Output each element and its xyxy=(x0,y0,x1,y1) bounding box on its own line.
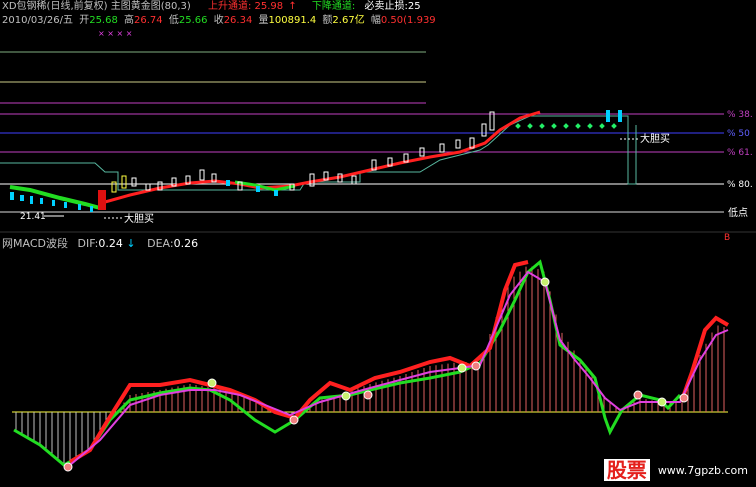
x-markers: × × × × xyxy=(98,29,132,38)
buy-marker: B xyxy=(724,233,730,243)
amount-value: 2.67亿 xyxy=(332,15,365,26)
diamond-markers xyxy=(515,123,617,129)
price-label: 21.41 xyxy=(20,212,46,222)
dif-label: DIF: xyxy=(77,237,99,250)
close-value: 26.34 xyxy=(223,15,253,26)
indicator-header: 网MACD波段 DIF:0.24 ↓ DEA:0.26 xyxy=(2,238,198,250)
macd-magenta-line xyxy=(69,270,729,466)
down-arrow-icon: ↓ xyxy=(126,237,136,250)
indicator-name: 网MACD波段 xyxy=(2,237,68,250)
svg-text:× × × ×: × × × × xyxy=(98,29,132,38)
low-value: 25.66 xyxy=(178,15,208,26)
header-title: XD包钢稀(日线,前复权) 主图黄金图(80,3) xyxy=(2,1,191,12)
header-line-1: XD包钢稀(日线,前复权) 主图黄金图(80,3) 上升通道: 25.98 ↑ … xyxy=(2,1,421,13)
level-label-61: % 61. xyxy=(727,148,753,158)
close-label: 收 xyxy=(213,15,224,26)
macd-red-line-2 xyxy=(680,315,730,401)
annotation-right: 大胆买 xyxy=(640,132,670,145)
open-value: 25.68 xyxy=(89,15,118,26)
down-channel-value: 下降通道: xyxy=(311,1,356,12)
dea-label: DEA: xyxy=(147,237,174,250)
watermark-url: www.7gpzb.com xyxy=(657,463,748,477)
annotation-left: 大胆买 xyxy=(124,212,154,225)
dif-value: 0.24 xyxy=(98,237,123,250)
up-channel-value: 上升通道: 25.98 xyxy=(207,1,284,12)
high-value: 26.74 xyxy=(134,15,163,26)
volume-value: 100891.4 xyxy=(268,15,317,26)
high-label: 高 xyxy=(124,15,135,26)
level-label-38: % 38. xyxy=(727,110,753,120)
dea-value: 0.26 xyxy=(173,237,199,250)
macd-red-line xyxy=(68,260,529,464)
macd-dots xyxy=(63,277,689,472)
quote-date: 2010/03/26/五 xyxy=(2,15,74,26)
macd-histogram xyxy=(15,266,725,465)
low-point-label: 低点 xyxy=(728,206,748,219)
up-arrow-icon: ↑ xyxy=(288,1,297,12)
change-label: 幅 xyxy=(370,15,381,26)
open-label: 开 xyxy=(79,15,90,26)
watermark: 股票 www.7gpzb.com xyxy=(603,459,748,481)
stop-loss-value: 必卖止损:25 xyxy=(364,1,421,12)
amount-label: 额 xyxy=(322,15,333,26)
volume-label: 量 xyxy=(258,15,269,26)
ma-red-line xyxy=(104,110,541,204)
level-label-80: % 80. xyxy=(727,180,753,190)
header-line-2: 2010/03/26/五 开25.68 高26.74 低25.66 收26.34… xyxy=(2,15,436,27)
change-value: 0.50(1.939 xyxy=(380,15,436,26)
level-label-50: % 50 xyxy=(727,129,750,139)
low-label: 低 xyxy=(168,15,179,26)
watermark-brand: 股票 xyxy=(603,459,650,481)
